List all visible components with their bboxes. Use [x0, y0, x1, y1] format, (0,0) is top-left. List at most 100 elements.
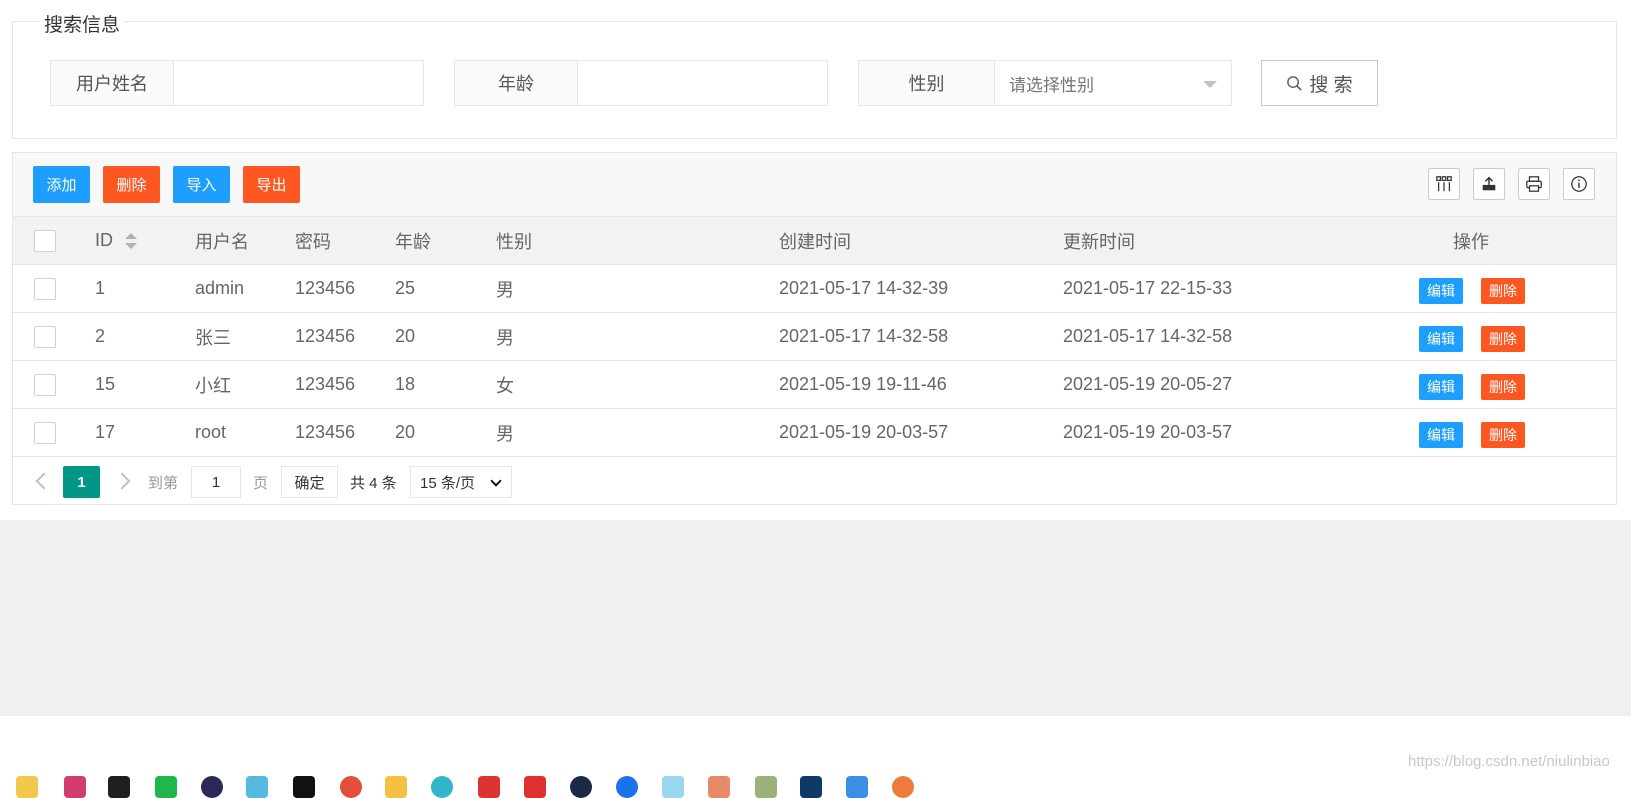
next-page-icon[interactable]: [113, 472, 131, 490]
cell-gender: 男: [496, 327, 514, 348]
search-button[interactable]: 搜 索: [1261, 60, 1378, 106]
cell-id: 1: [95, 278, 106, 298]
columns-icon[interactable]: [1428, 168, 1460, 200]
cell-id: 17: [95, 422, 116, 442]
empty-content-area: [0, 520, 1631, 716]
table-row: 2 张三 123456 20 男 2021-05-17 14-32-58 202…: [13, 313, 1616, 361]
cell-username: root: [195, 422, 227, 442]
page-label: 页: [253, 475, 269, 492]
sort-icon[interactable]: [125, 232, 137, 249]
app-icon[interactable]: [662, 776, 684, 798]
app-icon[interactable]: [708, 776, 730, 798]
export-button[interactable]: 导出: [243, 166, 300, 203]
cell-updated: 2021-05-17 14-32-58: [1063, 326, 1233, 346]
gender-field: 性别 请选择性别: [858, 60, 1232, 106]
cell-gender: 男: [496, 279, 514, 300]
app-icon[interactable]: [431, 776, 453, 798]
app-icon[interactable]: [570, 776, 592, 798]
confirm-button[interactable]: 确定: [281, 466, 338, 498]
watermark: https://blog.csdn.net/niulinbiao: [1408, 753, 1610, 770]
username-input[interactable]: [174, 61, 423, 105]
import-button[interactable]: 导入: [173, 166, 230, 203]
pagination: 1 到第 页 确定 共 4 条 15 条/页: [13, 457, 1616, 505]
username-label: 用户姓名: [51, 61, 174, 105]
cell-updated: 2021-05-19 20-05-27: [1063, 374, 1233, 394]
cell-username: 小红: [195, 375, 231, 396]
editor-app-icon[interactable]: [155, 776, 177, 798]
edit-button[interactable]: 编辑: [1419, 422, 1463, 448]
app-icon[interactable]: [246, 776, 268, 798]
table-card: 添加 删除 导入 导出 ID 用户名 密码 年龄 性别 创建时间 更新时间 操作…: [12, 152, 1617, 505]
print-icon[interactable]: [1518, 168, 1550, 200]
table-toolbar: 添加 删除 导入 导出: [13, 153, 1616, 217]
column-header-created: 创建时间: [779, 231, 851, 252]
folder-app-icon[interactable]: [16, 776, 38, 798]
app-icon[interactable]: [201, 776, 223, 798]
add-button[interactable]: 添加: [33, 166, 90, 203]
cell-gender: 男: [496, 423, 514, 444]
page-size-value: 15 条/页: [420, 474, 476, 492]
cell-password: 123456: [295, 422, 356, 442]
column-header-id-label: ID: [95, 230, 113, 250]
cell-age: 20: [395, 326, 416, 346]
cell-password: 123456: [295, 278, 356, 298]
row-checkbox[interactable]: [34, 278, 56, 300]
row-checkbox[interactable]: [34, 326, 56, 348]
gender-select[interactable]: 请选择性别: [995, 61, 1231, 105]
edit-button[interactable]: 编辑: [1419, 278, 1463, 304]
cell-created: 2021-05-17 14-32-39: [779, 278, 949, 298]
cell-age: 20: [395, 422, 416, 442]
pycharm-app-icon[interactable]: [108, 776, 130, 798]
edit-button[interactable]: 编辑: [1419, 326, 1463, 352]
column-header-actions: 操作: [1453, 231, 1489, 252]
cell-created: 2021-05-17 14-32-58: [779, 326, 949, 346]
app-icon[interactable]: [846, 776, 868, 798]
current-page[interactable]: 1: [63, 466, 100, 498]
table-row: 17 root 123456 20 男 2021-05-19 20-03-57 …: [13, 409, 1616, 457]
total-count: 共 4 条: [350, 475, 397, 492]
search-legend: 搜索信息: [40, 10, 125, 37]
column-header-id[interactable]: ID: [95, 217, 137, 264]
goto-page-input[interactable]: [191, 466, 241, 498]
page-size-select[interactable]: 15 条/页: [410, 466, 512, 498]
cell-updated: 2021-05-19 20-03-57: [1063, 422, 1233, 442]
row-checkbox[interactable]: [34, 422, 56, 444]
info-icon[interactable]: [1563, 168, 1595, 200]
row-checkbox[interactable]: [34, 374, 56, 396]
age-field: 年龄: [454, 60, 828, 106]
ide-app-icon[interactable]: [64, 776, 86, 798]
row-delete-button[interactable]: 删除: [1481, 422, 1525, 448]
app-icon[interactable]: [524, 776, 546, 798]
column-header-gender: 性别: [496, 231, 532, 252]
export-icon[interactable]: [1473, 168, 1505, 200]
app-icon[interactable]: [755, 776, 777, 798]
taskbar: [0, 716, 1631, 798]
prev-page-icon[interactable]: [35, 472, 53, 490]
row-delete-button[interactable]: 删除: [1481, 278, 1525, 304]
cell-age: 18: [395, 374, 416, 394]
file-explorer-app-icon[interactable]: [385, 776, 407, 798]
cell-gender: 女: [496, 375, 514, 396]
chevron-down-icon: [1203, 81, 1217, 88]
app-icon[interactable]: [800, 776, 822, 798]
cell-username: 张三: [195, 327, 231, 348]
cell-created: 2021-05-19 19-11-46: [779, 374, 947, 394]
row-delete-button[interactable]: 删除: [1481, 326, 1525, 352]
cell-password: 123456: [295, 326, 356, 346]
table-row: 1 admin 123456 25 男 2021-05-17 14-32-39 …: [13, 265, 1616, 313]
select-all-checkbox[interactable]: [34, 230, 56, 252]
search-icon: [1287, 75, 1303, 91]
row-delete-button[interactable]: 删除: [1481, 374, 1525, 400]
edit-button[interactable]: 编辑: [1419, 374, 1463, 400]
app-icon[interactable]: [616, 776, 638, 798]
browser-app-icon[interactable]: [340, 776, 362, 798]
app-icon[interactable]: [892, 776, 914, 798]
column-header-password: 密码: [295, 231, 331, 252]
column-header-username: 用户名: [195, 231, 249, 252]
cell-id: 15: [95, 374, 116, 394]
cell-age: 25: [395, 278, 416, 298]
app-icon[interactable]: [478, 776, 500, 798]
age-input[interactable]: [578, 61, 827, 105]
app-icon[interactable]: [293, 776, 315, 798]
delete-button[interactable]: 删除: [103, 166, 160, 203]
